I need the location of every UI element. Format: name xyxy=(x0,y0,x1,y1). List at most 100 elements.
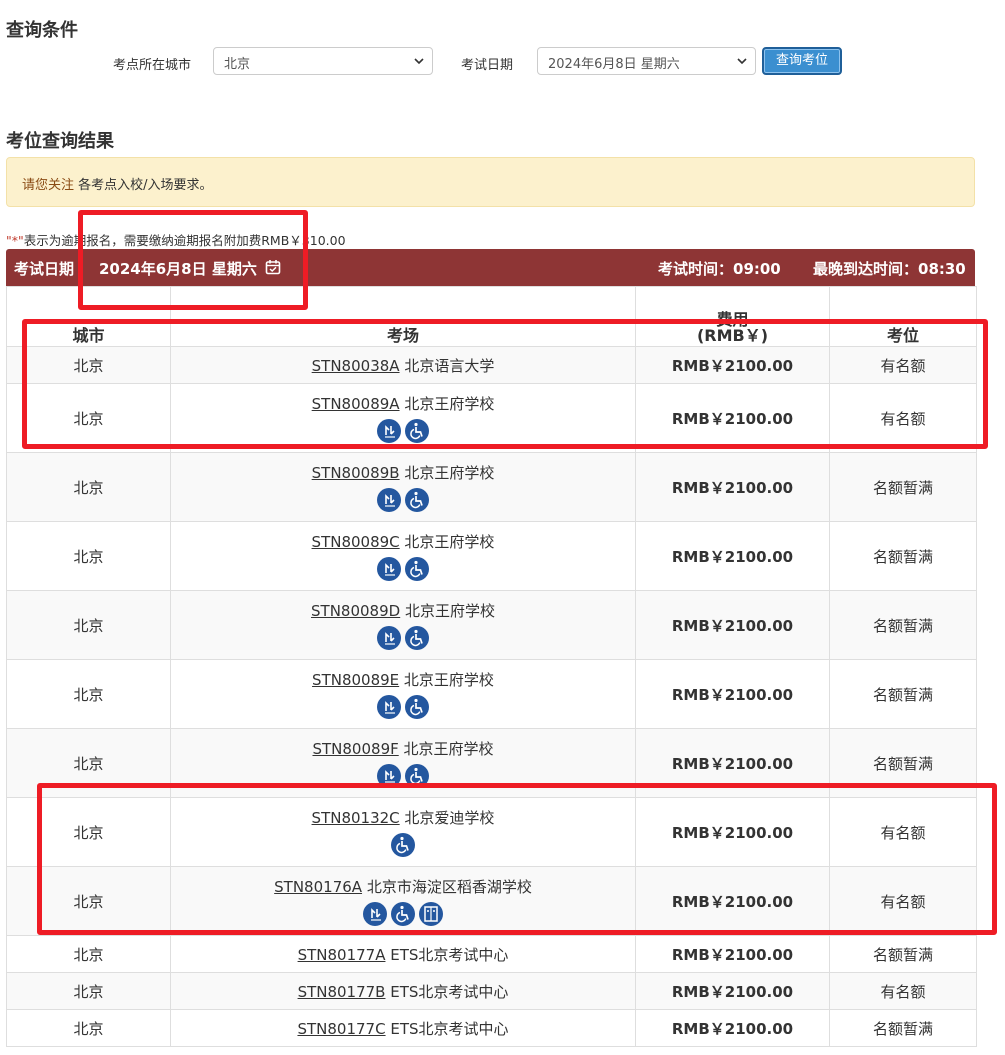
venue-code-link[interactable]: STN80089B xyxy=(312,464,400,482)
seat-status-cell: 有名额 xyxy=(829,797,977,867)
city-cell: 北京 xyxy=(6,935,171,973)
facility-icons xyxy=(171,626,635,650)
table-row: 北京 STN80177B ETS北京考试中心 RMB￥2100.00 有名额 xyxy=(6,972,977,1010)
elevator-icon xyxy=(419,902,443,926)
table-row: 北京 STN80177A ETS北京考试中心 RMB￥2100.00 名额暂满 xyxy=(6,935,977,973)
late-registration-note: "*"表示为逾期报名，需要缴纳逾期报名附加费RMB￥310.00 xyxy=(6,230,346,249)
wheelchair-icon xyxy=(391,902,415,926)
city-cell: 北京 xyxy=(6,383,171,453)
table-row: 北京 STN80089D 北京王府学校 RMB￥2100.00 名额暂满 xyxy=(6,590,977,660)
header-city: 城市 xyxy=(6,286,171,347)
venue-code-link[interactable]: STN80089E xyxy=(312,671,399,689)
seat-results-table: 城市 考场 费用 (RMB￥) 考位 北京 STN80038A 北京语言大学 RMB… xyxy=(6,286,977,1047)
chevron-down-icon xyxy=(737,58,747,65)
city-label: 考点所在城市 xyxy=(113,58,192,73)
venue-name: ETS北京考试中心 xyxy=(385,945,509,964)
hearing-icon xyxy=(377,764,401,788)
table-row: 北京 STN80089A 北京王府学校 RMB￥2100.00 有名额 xyxy=(6,383,977,453)
fee-cell: RMB￥2100.00 xyxy=(635,935,830,973)
city-select[interactable]: 北京 xyxy=(213,47,433,75)
venue-code-link[interactable]: STN80176A xyxy=(274,878,362,896)
facility-icons xyxy=(171,419,635,443)
city-cell: 北京 xyxy=(6,659,171,729)
venue-name: 北京王府学校 xyxy=(399,395,495,413)
wheelchair-icon xyxy=(405,557,429,581)
fee-cell: RMB￥2100.00 xyxy=(635,521,830,591)
seat-status-cell: 名额暂满 xyxy=(829,728,977,798)
venue-name: 北京王府学校 xyxy=(398,740,494,758)
date-select[interactable]: 2024年6月8日 星期六 xyxy=(537,47,756,75)
table-row: 北京 STN80089C 北京王府学校 RMB￥2100.00 名额暂满 xyxy=(6,521,977,591)
table-header-row: 城市 考场 费用 (RMB￥) 考位 xyxy=(6,286,977,347)
hearing-icon xyxy=(377,488,401,512)
wheelchair-icon xyxy=(405,488,429,512)
header-venue: 考场 xyxy=(170,286,636,347)
exam-info-bar: 考试日期 2024年6月8日 星期六 考试时间：09:00 最晚到达时间：08:… xyxy=(6,249,975,286)
city-cell: 北京 xyxy=(6,728,171,798)
fee-cell: RMB￥2100.00 xyxy=(635,590,830,660)
table-row: 北京 STN80089F 北京王府学校 RMB￥2100.00 名额暂满 xyxy=(6,728,977,798)
venue-code-link[interactable]: STN80038A xyxy=(312,357,400,375)
table-row: 北京 STN80089B 北京王府学校 RMB￥2100.00 名额暂满 xyxy=(6,452,977,522)
venue-code-link[interactable]: STN80177A xyxy=(298,946,386,964)
wheelchair-icon xyxy=(405,626,429,650)
venue-cell: STN80089E 北京王府学校 xyxy=(170,659,636,729)
city-cell: 北京 xyxy=(6,346,171,384)
city-cell: 北京 xyxy=(6,866,171,936)
venue-code-link[interactable]: STN80089C xyxy=(312,533,400,551)
venue-name: ETS北京考试中心 xyxy=(385,1019,509,1038)
header-fee-line2: (RMB￥) xyxy=(696,326,769,345)
venue-cell: STN80177B ETS北京考试中心 xyxy=(170,972,636,1010)
facility-icons xyxy=(171,695,635,719)
venue-cell: STN80177C ETS北京考试中心 xyxy=(170,1009,636,1047)
bar-date-label: 考试日期 xyxy=(14,260,75,278)
table-row: 北京 STN80132C 北京爱迪学校 RMB￥2100.00 有名额 xyxy=(6,797,977,867)
seat-status-cell: 名额暂满 xyxy=(829,521,977,591)
venue-code-link[interactable]: STN80132C xyxy=(312,809,400,827)
exam-time: 考试时间：09:00 xyxy=(658,260,781,278)
header-fee: 费用 (RMB￥) xyxy=(635,286,830,347)
results-section-title: 考位查询结果 xyxy=(6,131,114,152)
fee-cell: RMB￥2100.00 xyxy=(635,346,830,384)
city-cell: 北京 xyxy=(6,1009,171,1047)
date-label: 考试日期 xyxy=(461,58,514,73)
hearing-icon xyxy=(377,419,401,443)
venue-name: 北京王府学校 xyxy=(399,671,494,689)
venue-code-link[interactable]: STN80089A xyxy=(312,395,400,413)
wheelchair-icon xyxy=(405,419,429,443)
hearing-icon xyxy=(377,695,401,719)
table-row: 北京 STN80176A 北京市海淀区稻香湖学校 RMB￥2100.00 有名额 xyxy=(6,866,977,936)
calendar-icon[interactable] xyxy=(265,259,281,275)
notice-text: 各考点入校/入场要求。 xyxy=(74,178,213,193)
venue-cell: STN80132C 北京爱迪学校 xyxy=(170,797,636,867)
note-star: "*" xyxy=(6,233,24,248)
query-seats-button[interactable]: 查询考位 xyxy=(762,47,842,75)
chevron-down-icon xyxy=(414,58,424,65)
venue-code-link[interactable]: STN80177C xyxy=(297,1020,385,1038)
city-cell: 北京 xyxy=(6,590,171,660)
facility-icons xyxy=(171,833,635,857)
wheelchair-icon xyxy=(391,833,415,857)
fee-cell: RMB￥2100.00 xyxy=(635,866,830,936)
venue-cell: STN80176A 北京市海淀区稻香湖学校 xyxy=(170,866,636,936)
seat-status-cell: 有名额 xyxy=(829,346,977,384)
venue-cell: STN80089C 北京王府学校 xyxy=(170,521,636,591)
notice-highlight: 请您关注 xyxy=(22,178,75,193)
venue-code-link[interactable]: STN80089F xyxy=(312,740,398,758)
venue-cell: STN80089D 北京王府学校 xyxy=(170,590,636,660)
fee-cell: RMB￥2100.00 xyxy=(635,797,830,867)
venue-name: 北京王府学校 xyxy=(399,533,495,551)
venue-name: 北京语言大学 xyxy=(399,356,495,375)
bar-date-value: 2024年6月8日 星期六 xyxy=(99,260,257,278)
venue-code-link[interactable]: STN80089D xyxy=(311,602,400,620)
venue-name: 北京王府学校 xyxy=(399,464,495,482)
date-select-value: 2024年6月8日 星期六 xyxy=(548,57,680,72)
fee-cell: RMB￥2100.00 xyxy=(635,972,830,1010)
table-row: 北京 STN80177C ETS北京考试中心 RMB￥2100.00 名额暂满 xyxy=(6,1009,977,1047)
venue-name: ETS北京考试中心 xyxy=(385,982,509,1001)
fee-cell: RMB￥2100.00 xyxy=(635,452,830,522)
header-seat: 考位 xyxy=(829,286,977,347)
venue-cell: STN80089B 北京王府学校 xyxy=(170,452,636,522)
fee-cell: RMB￥2100.00 xyxy=(635,1009,830,1047)
venue-code-link[interactable]: STN80177B xyxy=(298,983,386,1001)
